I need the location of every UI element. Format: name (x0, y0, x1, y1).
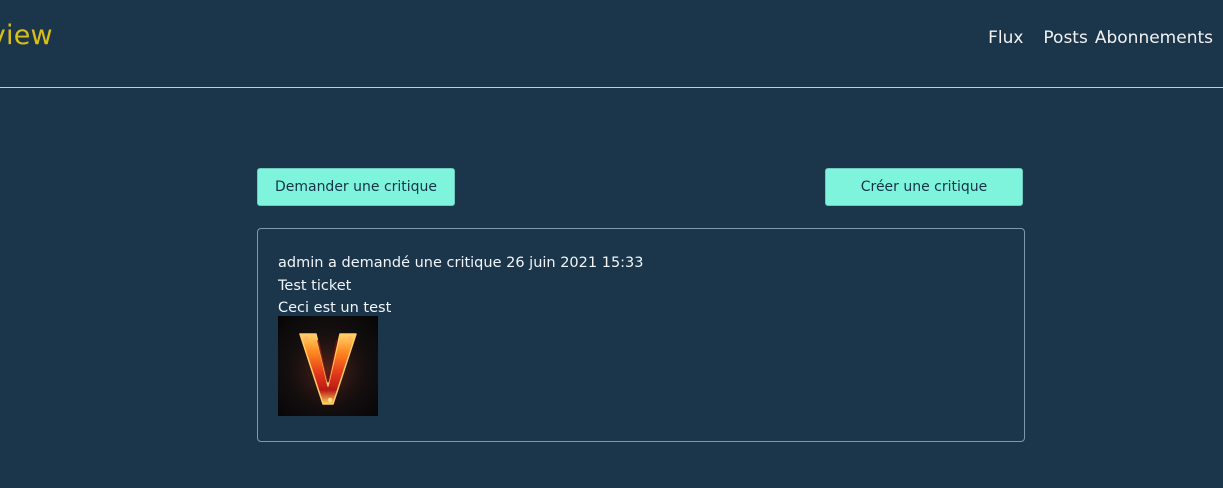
nav-abonnements-link[interactable]: Abonnements (1095, 28, 1213, 48)
v-emblem-icon (278, 316, 378, 416)
site-header: eview Flux Posts Abonnements (0, 0, 1223, 88)
main-nav: Flux Posts Abonnements (988, 28, 1213, 48)
site-logo-text[interactable]: eview (0, 20, 53, 51)
request-review-button[interactable]: Demander une critique (257, 168, 455, 206)
nav-flux-link[interactable]: Flux (988, 28, 1023, 48)
nav-posts-link[interactable]: Posts (1043, 28, 1087, 48)
ticket-title: Test ticket (278, 277, 352, 294)
ticket-text: admin a demandé une critique 26 juin 202… (278, 252, 644, 320)
ticket-meta: admin a demandé une critique 26 juin 202… (278, 255, 644, 271)
ticket-card: admin a demandé une critique 26 juin 202… (257, 228, 1025, 442)
create-review-button[interactable]: Créer une critique (825, 168, 1023, 206)
ticket-image (278, 316, 378, 416)
